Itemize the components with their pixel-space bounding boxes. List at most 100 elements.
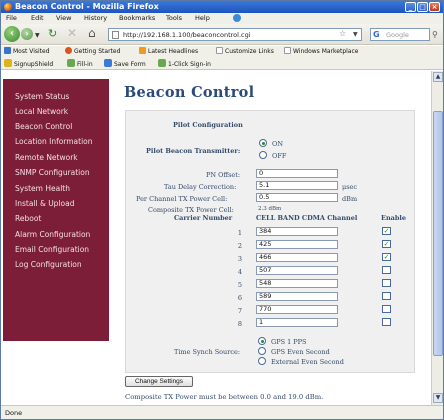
pilot-off-radio[interactable]	[259, 151, 267, 159]
bookmark-latest-headlines[interactable]: Latest Headlines	[139, 47, 198, 57]
enable-checkbox[interactable]	[382, 305, 391, 313]
enable-checkbox[interactable]	[382, 318, 391, 326]
enable-checkbox[interactable]	[382, 292, 391, 300]
time-sync-gps-1pps-radio[interactable]	[258, 337, 266, 345]
sidebar-item-email-configuration[interactable]: Email Configuration	[15, 245, 89, 255]
sidebar-item-location-information[interactable]: Location Information	[15, 137, 93, 147]
minimize-button[interactable]: _	[405, 2, 416, 12]
pn-offset-field[interactable]: 0	[256, 169, 338, 178]
page-icon	[216, 47, 223, 54]
shield-icon	[4, 59, 12, 67]
url-bar[interactable]: http://192.168.1.100/beaconcontrol.cgi ☆…	[108, 28, 362, 41]
home-icon[interactable]: ⌂	[88, 27, 96, 40]
carrier-number: 2	[237, 242, 242, 250]
most-visited-icon	[4, 47, 11, 54]
time-sync-option-label: External Even Second	[271, 358, 344, 366]
sidebar-item-reboot[interactable]: Reboot	[15, 214, 41, 224]
cdma-channel-field[interactable]: 770	[256, 305, 338, 314]
cdma-channel-field[interactable]: 589	[256, 292, 338, 301]
enable-checkbox[interactable]	[382, 266, 391, 274]
tau-unit: μsec	[342, 183, 358, 191]
time-sync-option-label: GPS 1 PPS	[271, 338, 307, 346]
save-form-button[interactable]: Save Form	[104, 59, 146, 70]
status-bar: Done	[1, 405, 443, 419]
scroll-down-icon[interactable]: ▼	[433, 393, 443, 403]
browser-window: Beacon Control - Mozilla Firefox _ □ × F…	[0, 0, 444, 420]
sidebar-item-system-status[interactable]: System Status	[15, 92, 69, 102]
save-icon	[104, 59, 112, 67]
navigation-toolbar: ‹ › ▼ ↻ ✕ ⌂ http://192.168.1.100/beaconc…	[1, 24, 443, 45]
menu-bookmarks[interactable]: Bookmarks	[119, 14, 155, 23]
sidebar-item-install-upload[interactable]: Install & Upload	[15, 199, 74, 209]
time-sync-external-even-second-radio[interactable]	[258, 357, 266, 365]
composite-power-value: 2.3 dBm	[258, 206, 282, 212]
time-sync-gps-even-second-radio[interactable]	[258, 347, 266, 355]
close-button[interactable]: ×	[429, 2, 440, 12]
firefox-icon	[4, 3, 12, 11]
per-channel-power-field[interactable]: 0.5	[256, 193, 338, 202]
stop-icon[interactable]: ✕	[67, 27, 77, 40]
bookmark-getting-started[interactable]: Getting Started	[65, 47, 120, 57]
page-icon	[284, 47, 291, 54]
sidebar-item-snmp-configuration[interactable]: SNMP Configuration	[15, 168, 90, 178]
enable-checkbox[interactable]: ✓	[382, 253, 391, 261]
menu-help[interactable]: Help	[195, 14, 210, 23]
enable-checkbox[interactable]: ✓	[382, 227, 391, 235]
menu-bar: File Edit View History Bookmarks Tools H…	[1, 13, 443, 24]
cdma-channel-field[interactable]: 548	[256, 279, 338, 288]
extension-icon[interactable]	[233, 14, 241, 22]
forward-icon[interactable]: ›	[21, 28, 33, 40]
rss-icon	[139, 47, 146, 54]
menu-file[interactable]: File	[6, 14, 17, 23]
bookmark-windows-marketplace[interactable]: Windows Marketplace	[284, 47, 358, 57]
menu-tools[interactable]: Tools	[166, 14, 182, 23]
signupshield-button[interactable]: SignupShield	[4, 59, 53, 70]
fill-in-button[interactable]: Fill-in	[67, 59, 93, 70]
sidebar-item-local-network[interactable]: Local Network	[15, 107, 68, 117]
cdma-channel-field[interactable]: 425	[256, 240, 338, 249]
pilot-on-radio[interactable]	[259, 139, 267, 147]
enable-checkbox[interactable]: ✓	[382, 240, 391, 248]
carrier-number: 8	[237, 320, 242, 328]
reload-icon[interactable]: ↻	[48, 28, 57, 40]
cdma-channel-field[interactable]: 1	[256, 318, 338, 327]
bookmark-star-icon[interactable]: ☆	[339, 29, 346, 38]
scroll-up-icon[interactable]: ▲	[433, 72, 443, 82]
scroll-thumb[interactable]	[433, 111, 443, 356]
tau-delay-label: Tau Delay Correction:	[164, 183, 237, 191]
menu-view[interactable]: View	[56, 14, 71, 23]
page-content: System Status Local Network Beacon Contr…	[1, 71, 431, 405]
menu-history[interactable]: History	[84, 14, 107, 23]
search-icon[interactable]: ⚲	[432, 30, 438, 39]
google-icon[interactable]: G	[373, 30, 380, 39]
sidebar-item-alarm-configuration[interactable]: Alarm Configuration	[15, 230, 90, 240]
one-click-signin-button[interactable]: 1-Click Sign-in	[158, 59, 211, 70]
cdma-channel-field[interactable]: 507	[256, 266, 338, 275]
sidebar-item-system-health[interactable]: System Health	[15, 184, 70, 194]
cdma-channel-field[interactable]: 384	[256, 227, 338, 236]
bookmark-customize-links[interactable]: Customize Links	[216, 47, 274, 57]
history-dropdown-icon[interactable]: ▼	[35, 32, 40, 39]
url-text[interactable]: http://192.168.1.100/beaconcontrol.cgi	[123, 30, 251, 40]
window-title: Beacon Control - Mozilla Firefox	[15, 2, 159, 11]
cdma-channel-field[interactable]: 466	[256, 253, 338, 262]
menu-edit[interactable]: Edit	[31, 14, 44, 23]
section-title: Pilot Configuration	[173, 121, 243, 129]
sidebar-item-log-configuration[interactable]: Log Configuration	[15, 260, 82, 270]
bookmark-most-visited[interactable]: Most Visited	[4, 47, 50, 57]
maximize-button[interactable]: □	[417, 2, 428, 12]
carrier-number: 7	[237, 307, 242, 315]
enable-checkbox[interactable]	[382, 279, 391, 287]
url-dropdown-icon[interactable]: ▼	[353, 31, 358, 38]
vertical-scrollbar[interactable]: ▲ ▼	[431, 71, 443, 405]
tau-delay-field[interactable]: 5.1	[256, 181, 338, 190]
back-icon[interactable]: ‹	[4, 26, 20, 42]
sidebar-item-remote-network[interactable]: Remote Network	[15, 153, 78, 163]
search-input[interactable]: G Google	[370, 28, 430, 41]
addon-toolbar: SignupShield Fill-in Save Form 1-Click S…	[1, 58, 443, 70]
pilot-on-label: ON	[272, 140, 284, 148]
time-sync-label: Time Synch Source:	[174, 348, 241, 356]
sidebar-item-beacon-control[interactable]: Beacon Control	[15, 122, 72, 132]
per-channel-unit: dBm	[342, 195, 358, 203]
change-settings-button[interactable]: Change Settings	[125, 376, 193, 387]
